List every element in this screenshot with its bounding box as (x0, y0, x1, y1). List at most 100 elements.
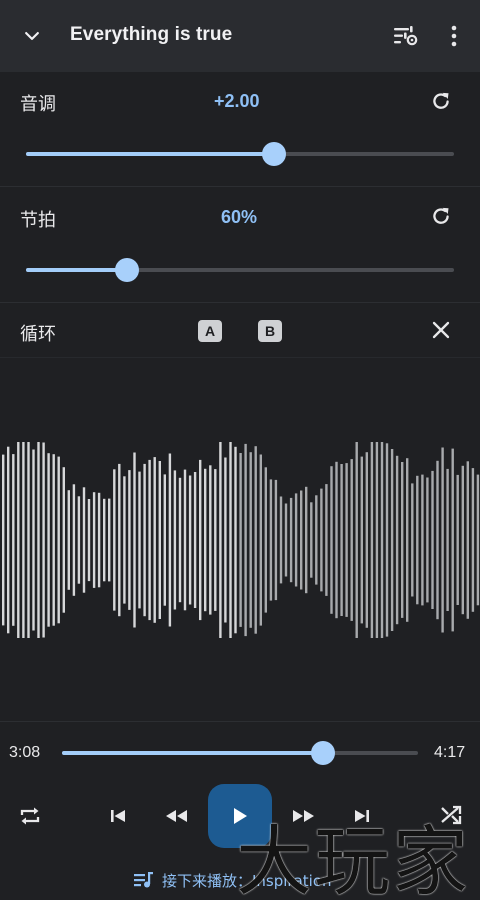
player-screen: Everything is true 音调 +2.00 节拍 60% 循环 A … (0, 0, 480, 900)
waveform-bar (294, 493, 298, 587)
waveform-bar (173, 470, 177, 610)
divider (0, 357, 480, 358)
waveform-bar (315, 495, 318, 585)
waveform-bar (355, 442, 358, 638)
waveform-bar (92, 492, 96, 588)
waveform-bar (254, 446, 257, 634)
waveform-bar (426, 477, 429, 603)
collapse-button[interactable] (12, 0, 52, 72)
waveform-bar (22, 442, 25, 638)
tempo-slider-thumb[interactable] (114, 258, 139, 282)
progress-thumb[interactable] (310, 741, 335, 765)
equalizer-button[interactable] (388, 0, 424, 72)
waveform-bar (249, 452, 252, 628)
playback-progress-slider[interactable] (62, 741, 418, 765)
waveform[interactable] (0, 430, 480, 650)
loop-label: 循环 (20, 324, 56, 345)
waveform-bar (72, 484, 76, 596)
progress-fill (62, 751, 323, 755)
waveform-bar (471, 468, 475, 612)
waveform-bar (279, 496, 283, 584)
waveform-bar (87, 499, 91, 582)
pitch-slider-thumb[interactable] (262, 142, 287, 166)
waveform-bar (466, 461, 469, 619)
loop-point-a-button[interactable]: A (198, 320, 222, 342)
tempo-label: 节拍 (20, 210, 56, 231)
waveform-bar (103, 498, 106, 582)
waveform-bar (360, 456, 363, 624)
waveform-bar (244, 443, 247, 637)
waveform-bar (118, 463, 121, 617)
waveform-bar (335, 461, 338, 619)
waveform-bar (289, 497, 293, 583)
waveform-bar (239, 453, 242, 627)
waveform-bar (330, 466, 333, 614)
waveform-bar (143, 463, 146, 617)
waveform-bar (365, 452, 368, 628)
waveform-bar (406, 458, 409, 622)
waveform-bar (390, 449, 394, 631)
pitch-label: 音调 (20, 94, 56, 115)
waveform-bar (320, 488, 323, 592)
waveform-bar (178, 477, 182, 603)
fast-forward-icon (293, 810, 314, 822)
waveform-bar (274, 479, 278, 601)
waveform-bar (234, 446, 237, 634)
waveform-bar (204, 468, 207, 612)
waveform-bar (57, 456, 60, 624)
track-title: Everything is true (70, 24, 233, 45)
waveform-bar (269, 479, 273, 601)
waveform-bar (199, 459, 202, 621)
waveform-bar (193, 472, 197, 608)
tempo-slider[interactable] (26, 258, 454, 282)
repeat-button[interactable] (14, 800, 46, 832)
pitch-reset-button[interactable] (428, 88, 454, 114)
waveform-bar (108, 498, 111, 582)
waveform-bar (436, 460, 439, 620)
shuffle-button[interactable] (436, 800, 466, 830)
waveform-bar (375, 442, 379, 638)
waveform-bar (12, 454, 15, 626)
pitch-value: +2.00 (214, 91, 260, 111)
refresh-icon (433, 92, 449, 109)
waveform-bar (380, 442, 384, 638)
waveform-bar (259, 454, 262, 626)
loop-clear-button[interactable] (428, 317, 454, 343)
fast-forward-button[interactable] (286, 802, 320, 830)
waveform-bar (325, 484, 328, 596)
waveform-bar (456, 474, 459, 605)
waveform-bar (168, 453, 172, 627)
waveform-bar (345, 463, 348, 617)
waveform-bar (47, 453, 50, 627)
waveform-bar (62, 467, 65, 613)
waveform-bar (7, 446, 10, 634)
waveform-bar (305, 486, 308, 594)
waveform-bar (446, 468, 449, 611)
waveform-bar (461, 465, 464, 615)
waveform-bar (37, 442, 40, 638)
waveform-bar (133, 452, 136, 628)
waveform-bar (97, 492, 101, 588)
waveform-bar (209, 465, 212, 615)
rewind-button[interactable] (160, 802, 194, 830)
more-options-button[interactable] (438, 0, 470, 72)
waveform-bar (27, 442, 30, 638)
up-next-queue-link[interactable]: 接下来播放：Inspiration (134, 868, 332, 892)
waveform-bar (32, 449, 35, 631)
tempo-reset-button[interactable] (428, 203, 454, 229)
pitch-slider[interactable] (26, 142, 454, 166)
waveform-bar (385, 443, 389, 637)
skip-next-button[interactable] (348, 802, 376, 830)
waveform-bar (219, 442, 222, 638)
waveform-bar (82, 487, 86, 593)
up-next-text: 接下来播放：Inspiration (162, 871, 332, 890)
pitch-slider-fill (26, 152, 275, 156)
loop-point-b-button[interactable]: B (258, 320, 282, 342)
waveform-bar (148, 459, 151, 621)
repeat-icon (20, 807, 40, 825)
skip-previous-button[interactable] (104, 802, 132, 830)
play-button[interactable] (208, 784, 272, 848)
chevron-down-icon (25, 32, 39, 41)
waveform-bar (350, 459, 353, 621)
elapsed-time: 3:08 (9, 744, 41, 761)
